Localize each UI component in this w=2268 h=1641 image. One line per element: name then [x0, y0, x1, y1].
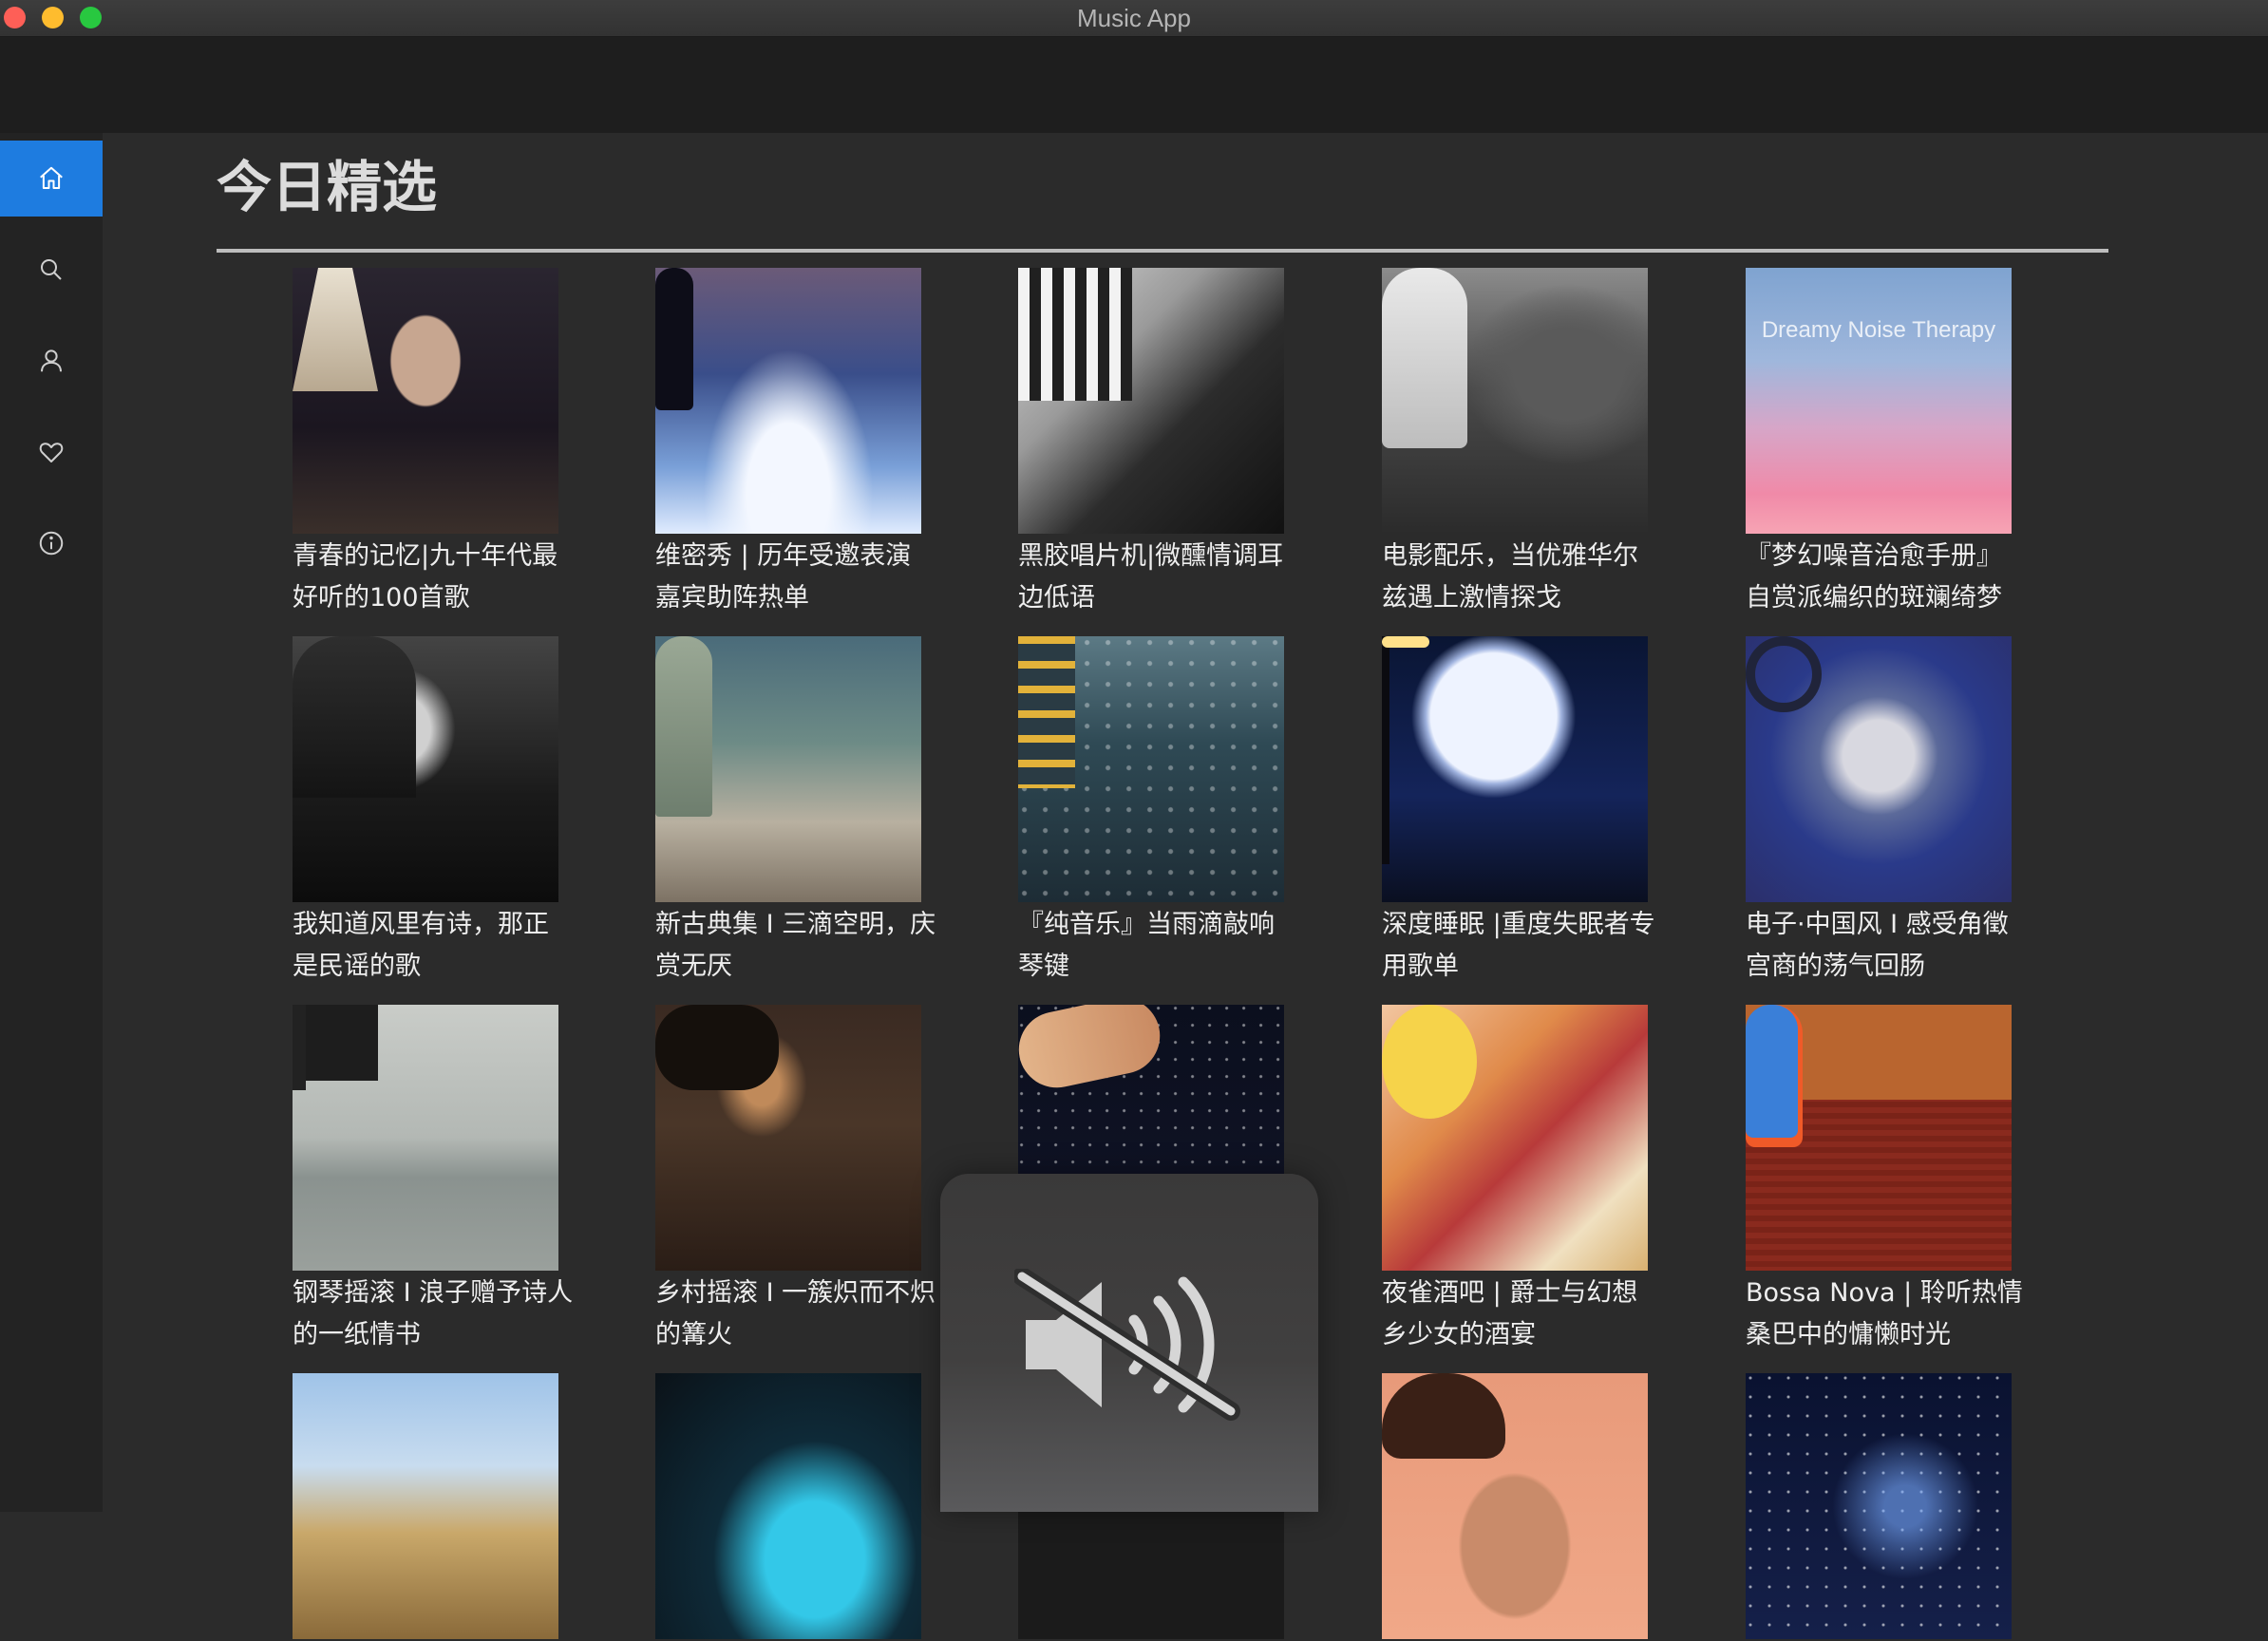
heart-icon: [39, 443, 64, 462]
playlist-card[interactable]: Dreamy Noise Therapy 『梦幻噪音治愈手册』 自赏派编织的斑斓绮…: [1746, 268, 2031, 619]
playlist-card[interactable]: [293, 1373, 577, 1641]
volume-muted-overlay: [940, 1174, 1318, 1512]
playlist-card[interactable]: 电子·中国风 I 感受角徵 宫商的荡气回肠: [1746, 636, 2031, 988]
playlist-card[interactable]: 黑胶唱片机|微醺情调耳 边低语: [1018, 268, 1303, 619]
playlist-card[interactable]: 乡村摇滚 I 一簇炽而不炽 的篝火: [655, 1005, 940, 1356]
playlist-cover[interactable]: [1382, 1005, 1648, 1271]
title-divider: [217, 249, 2108, 253]
playlist-cover[interactable]: [1018, 636, 1284, 902]
playlist-title[interactable]: 电子·中国风 I 感受角徵 宫商的荡气回肠: [1746, 904, 2040, 988]
playlist-title[interactable]: 『梦幻噪音治愈手册』 自赏派编织的斑斓绮梦: [1746, 536, 2040, 619]
playlist-cover[interactable]: [1382, 636, 1648, 902]
info-icon: [39, 531, 64, 556]
playlist-cover[interactable]: Dreamy Noise Therapy: [1746, 268, 2012, 534]
playlist-title[interactable]: 夜雀酒吧 | 爵士与幻想 乡少女的酒宴: [1382, 1273, 1676, 1356]
playlist-card[interactable]: 钢琴摇滚 I 浪子赠予诗人 的一纸情书: [293, 1005, 577, 1356]
playlist-card[interactable]: 深度睡眠 |重度失眠者专 用歌单: [1382, 636, 1667, 988]
playlist-cover[interactable]: [1746, 1005, 2012, 1271]
playlist-card[interactable]: [1746, 1373, 2031, 1641]
playlist-cover[interactable]: [655, 636, 921, 902]
sidebar-item-favorites[interactable]: [0, 414, 103, 490]
playlist-cover[interactable]: [293, 268, 558, 534]
playlist-title[interactable]: 黑胶唱片机|微醺情调耳 边低语: [1018, 536, 1313, 619]
playlist-card[interactable]: 夜雀酒吧 | 爵士与幻想 乡少女的酒宴: [1382, 1005, 1667, 1356]
playlist-title[interactable]: Bossa Nova | 聆听热情 桑巴中的慵懒时光: [1746, 1273, 2040, 1356]
playlist-title[interactable]: 青春的记忆|九十年代最 好听的100首歌: [293, 536, 587, 619]
playlist-title[interactable]: 乡村摇滚 I 一簇炽而不炽 的篝火: [655, 1273, 950, 1356]
playlist-card[interactable]: Bossa Nova | 聆听热情 桑巴中的慵懒时光: [1746, 1005, 2031, 1356]
playlist-cover[interactable]: [1746, 636, 2012, 902]
sidebar-item-home[interactable]: [0, 141, 103, 217]
playlist-cover[interactable]: [293, 636, 558, 902]
cover-caption: Dreamy Noise Therapy: [1761, 317, 1996, 343]
user-icon: [41, 349, 62, 372]
sidebar-item-user[interactable]: [0, 323, 103, 399]
playlist-card[interactable]: 维密秀 | 历年受邀表演 嘉宾助阵热单: [655, 268, 940, 619]
playlist-card[interactable]: 电影配乐，当优雅华尔 兹遇上激情探戈: [1382, 268, 1667, 619]
playlist-title[interactable]: 新古典集 I 三滴空明，庆 赏无厌: [655, 904, 950, 988]
sidebar-item-search[interactable]: [0, 232, 103, 308]
playlist-cover[interactable]: [655, 1005, 921, 1271]
playlist-title[interactable]: 我知道风里有诗，那正 是民谣的歌: [293, 904, 587, 988]
playlist-card[interactable]: 新古典集 I 三滴空明，庆 赏无厌: [655, 636, 940, 988]
volume-muted-icon: [1014, 1269, 1240, 1421]
playlist-cover[interactable]: [293, 1005, 558, 1271]
sidebar-item-about[interactable]: [0, 505, 103, 581]
playlist-title[interactable]: 维密秀 | 历年受邀表演 嘉宾助阵热单: [655, 536, 950, 619]
playlist-cover[interactable]: [1746, 1373, 2012, 1639]
home-icon: [40, 166, 63, 189]
playlist-title[interactable]: 电影配乐，当优雅华尔 兹遇上激情探戈: [1382, 536, 1676, 619]
playlist-card[interactable]: 『纯音乐』当雨滴敲响 琴键: [1018, 636, 1303, 988]
title-bar: Music App: [0, 0, 2268, 37]
playlist-title[interactable]: 『纯音乐』当雨滴敲响 琴键: [1018, 904, 1313, 988]
playlist-cover[interactable]: [655, 268, 921, 534]
search-icon: [41, 259, 62, 280]
page-title: 今日精选: [217, 155, 438, 219]
playlist-card[interactable]: [655, 1373, 940, 1641]
playlist-card[interactable]: 青春的记忆|九十年代最 好听的100首歌: [293, 268, 577, 619]
playlist-cover[interactable]: [1382, 1373, 1648, 1639]
playlist-card[interactable]: 我知道风里有诗，那正 是民谣的歌: [293, 636, 577, 988]
top-bar: [0, 37, 2268, 133]
window-title: Music App: [1077, 4, 1191, 32]
playlist-cover[interactable]: [1382, 268, 1648, 534]
playlist-card[interactable]: [1382, 1373, 1667, 1641]
playlist-title[interactable]: 深度睡眠 |重度失眠者专 用歌单: [1382, 904, 1676, 988]
sidebar: [0, 133, 103, 1512]
playlist-cover[interactable]: [1018, 268, 1284, 534]
playlist-cover[interactable]: [293, 1373, 558, 1639]
playlist-title[interactable]: 钢琴摇滚 I 浪子赠予诗人 的一纸情书: [293, 1273, 587, 1356]
playlist-cover[interactable]: [655, 1373, 921, 1639]
